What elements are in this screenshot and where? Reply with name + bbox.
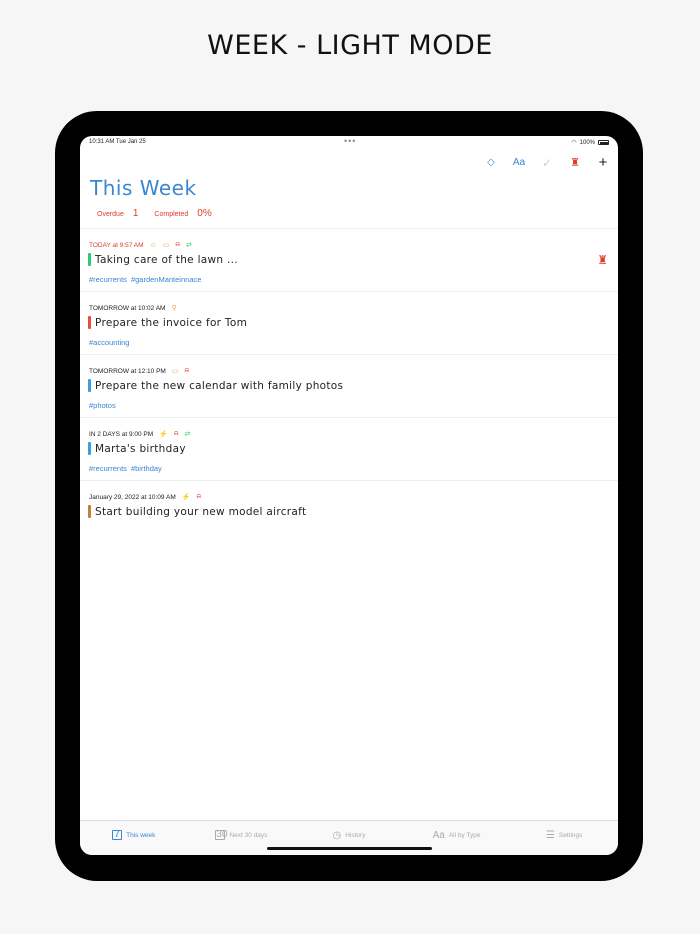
task-priority-bar bbox=[88, 505, 91, 518]
tab-label: All by Type bbox=[448, 831, 481, 839]
task-tag[interactable]: #photos bbox=[89, 401, 116, 410]
stats-row: Overdue 1 Completed 0% bbox=[97, 208, 228, 219]
task-title-line: Marta's birthday bbox=[88, 442, 186, 455]
checkmark-icon[interactable]: ✓ bbox=[540, 156, 554, 170]
tab-this-week[interactable]: 7 This week bbox=[80, 821, 188, 855]
overdue-label: Overdue bbox=[97, 211, 124, 218]
tab-label: This week bbox=[126, 831, 156, 839]
task-title-line: Prepare the new calendar with family pho… bbox=[88, 379, 343, 392]
task-due-meta: TODAY at 9:57 AM ☺ ▭ ⍾ ⇄ bbox=[89, 241, 192, 249]
wifi-icon: ◠ bbox=[571, 140, 577, 146]
task-title-line: Start building your new model aircraft bbox=[88, 505, 306, 518]
task-tag[interactable]: #birthday bbox=[131, 464, 162, 473]
task-due-meta: January 29, 2022 at 10:09 AM ⚡ ⍾ bbox=[89, 493, 201, 501]
status-bar: 10:31 AM Tue Jan 25 ••• ◠ 100% bbox=[80, 136, 618, 150]
status-time: 10:31 AM Tue Jan 25 bbox=[89, 139, 146, 145]
tab-label: History bbox=[345, 831, 366, 839]
task-title[interactable]: Prepare the new calendar with family pho… bbox=[95, 380, 343, 392]
battery-icon bbox=[598, 140, 609, 145]
task-attribute-icon: ⇄ bbox=[185, 242, 192, 249]
task-tags: #accounting bbox=[89, 338, 129, 347]
person-icon[interactable]: ♜ bbox=[568, 156, 582, 169]
task-row[interactable]: January 29, 2022 at 10:09 AM ⚡ ⍾ Start buil… bbox=[80, 480, 618, 543]
task-attribute-icon: ⚲ bbox=[171, 305, 177, 312]
task-title-line: Prepare the invoice for Tom bbox=[88, 316, 247, 329]
task-tag[interactable]: #recurrents bbox=[89, 464, 127, 473]
task-tags: #recurrents #birthday bbox=[89, 464, 162, 473]
task-attribute-icon: ⍾ bbox=[175, 241, 180, 248]
task-attribute-icon: ☺ bbox=[149, 241, 157, 249]
task-row[interactable]: TODAY at 9:57 AM ☺ ▭ ⍾ ⇄ Taking care of the l… bbox=[80, 228, 618, 291]
task-attribute-icon: ⚡ bbox=[159, 431, 168, 438]
task-row[interactable]: TOMORROW at 10:02 AM ⚲ Prepare the invoice… bbox=[80, 291, 618, 354]
task-title[interactable]: Marta's birthday bbox=[95, 443, 186, 455]
task-due-text: TOMORROW at 10:02 AM bbox=[89, 304, 166, 312]
battery-percent: 100% bbox=[579, 139, 595, 146]
task-priority-bar bbox=[88, 379, 91, 392]
font-size-button[interactable]: Aa bbox=[512, 157, 526, 168]
task-row[interactable]: IN 2 DAYS at 9:00 PM ⚡ ⍾ ⇄ Marta's birthday #… bbox=[80, 417, 618, 480]
task-attribute-icon: ⚡ bbox=[181, 494, 191, 501]
task-priority-bar bbox=[88, 253, 91, 266]
task-due-text: TODAY at 9:57 AM bbox=[89, 241, 144, 249]
tab-settings[interactable]: ☰ Settings bbox=[510, 821, 618, 855]
completed-label: Completed bbox=[154, 211, 189, 218]
overdue-value: 1 bbox=[132, 208, 139, 219]
tag-icon[interactable]: ◇ bbox=[484, 157, 498, 168]
calendar-7-icon: 7 bbox=[112, 830, 123, 840]
task-due-meta: IN 2 DAYS at 9:00 PM ⚡ ⍾ ⇄ bbox=[89, 430, 190, 438]
task-list: TODAY at 9:57 AM ☺ ▭ ⍾ ⇄ Taking care of the l… bbox=[80, 228, 618, 543]
home-indicator bbox=[267, 847, 432, 850]
task-attribute-icon: ⍾ bbox=[173, 430, 179, 437]
task-tags: #photos bbox=[89, 401, 116, 410]
task-attribute-icon: ▭ bbox=[171, 368, 179, 375]
status-right: ◠ 100% bbox=[571, 139, 609, 146]
page-title: This Week bbox=[90, 176, 197, 200]
task-priority-bar bbox=[88, 442, 91, 455]
clock-icon: ◷ bbox=[332, 829, 342, 841]
task-attribute-icon: ▭ bbox=[162, 242, 170, 249]
task-due-text: TOMORROW at 12:10 PM bbox=[89, 367, 166, 375]
tab-label: Settings bbox=[558, 831, 583, 839]
task-title-line: Taking care of the lawn ... bbox=[88, 253, 238, 266]
task-attribute-icon: ⇄ bbox=[184, 431, 191, 438]
app-screen: 10:31 AM Tue Jan 25 ••• ◠ 100% ◇ Aa ✓ ♜ … bbox=[80, 136, 618, 855]
task-due-meta: TOMORROW at 10:02 AM ⚲ bbox=[89, 304, 177, 313]
task-tags: #recurrents #gardenManteinnace bbox=[89, 275, 201, 284]
font-type-icon: Aa bbox=[432, 829, 445, 841]
task-tag[interactable]: #accounting bbox=[89, 338, 129, 347]
task-title[interactable]: Prepare the invoice for Tom bbox=[95, 317, 247, 329]
top-toolbar: ◇ Aa ✓ ♜ + bbox=[484, 154, 610, 171]
task-due-text: January 29, 2022 at 10:09 AM bbox=[89, 493, 176, 501]
person-icon[interactable]: ♜ bbox=[597, 253, 608, 267]
task-title[interactable]: Start building your new model aircraft bbox=[95, 506, 306, 518]
task-due-text: IN 2 DAYS at 9:00 PM bbox=[89, 430, 154, 438]
sliders-icon: ☰ bbox=[545, 829, 555, 841]
calendar-30-icon: 30 bbox=[215, 829, 228, 840]
task-priority-bar bbox=[88, 316, 91, 329]
multitask-dots[interactable]: ••• bbox=[344, 136, 356, 146]
page-headline: WEEK - LIGHT MODE bbox=[207, 30, 493, 61]
task-attribute-icon: ⍾ bbox=[196, 493, 202, 500]
task-tag[interactable]: #gardenManteinnace bbox=[131, 275, 201, 284]
task-due-meta: TOMORROW at 12:10 PM ▭ ⍾ bbox=[89, 367, 189, 375]
task-row[interactable]: TOMORROW at 12:10 PM ▭ ⍾ Prepare the new ca… bbox=[80, 354, 618, 417]
task-title[interactable]: Taking care of the lawn ... bbox=[95, 254, 238, 266]
completed-value: 0% bbox=[197, 208, 212, 219]
task-attribute-icon: ⍾ bbox=[184, 367, 190, 374]
task-tag[interactable]: #recurrents bbox=[89, 275, 127, 284]
tab-label: Next 30 days bbox=[229, 831, 268, 839]
add-task-button[interactable]: + bbox=[596, 154, 610, 171]
